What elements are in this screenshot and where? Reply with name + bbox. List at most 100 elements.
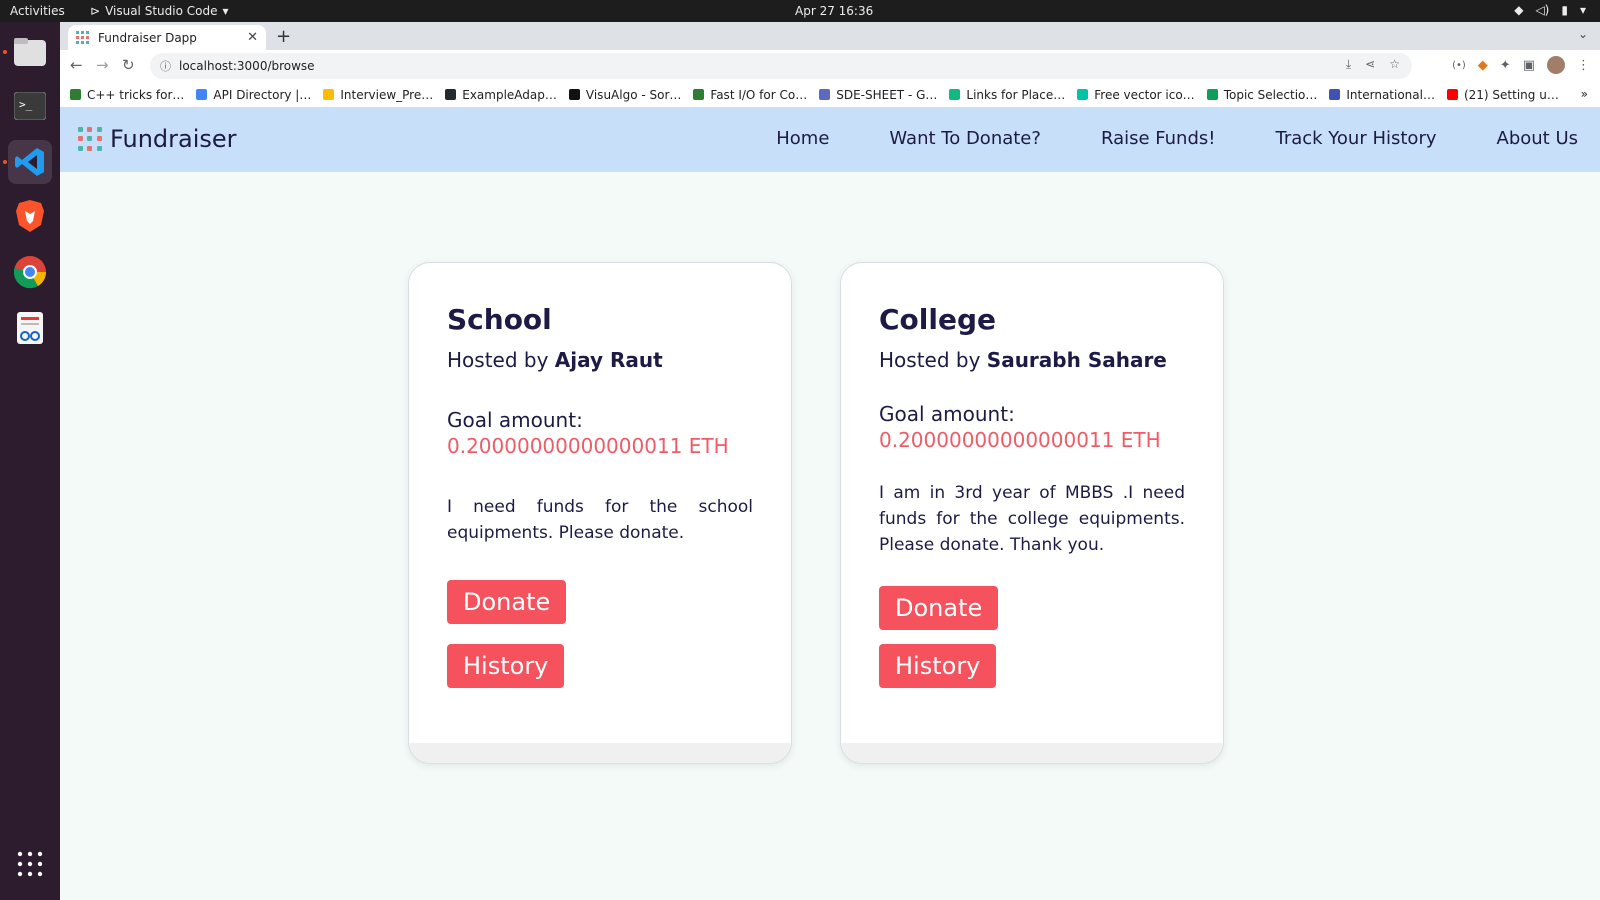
hosted-by: Hosted by Saurabh Sahare xyxy=(879,348,1185,372)
bookmark-favicon-icon xyxy=(1446,89,1458,100)
share-icon[interactable]: ⋖ xyxy=(1365,57,1375,72)
address-bar[interactable]: ⓘ localhost:3000/browse xyxy=(150,53,1412,79)
goal-amount: 0.20000000000000011 ETH xyxy=(879,428,1161,452)
hosted-by-prefix: Hosted by xyxy=(447,348,549,372)
card-description: I am in 3rd year of MBBS .I need funds f… xyxy=(879,483,1185,555)
new-tab-button[interactable]: + xyxy=(276,26,291,47)
system-top-bar: Activities ⊳ Visual Studio Code ▾ Apr 27… xyxy=(0,0,1600,22)
bookmarks-overflow-icon[interactable]: » xyxy=(1581,87,1588,101)
extension-icon[interactable]: (•) xyxy=(1452,60,1466,71)
bookmark-label: VisuAlgo - Sor… xyxy=(585,87,682,102)
reload-icon[interactable]: ↻ xyxy=(122,56,135,74)
metamask-icon[interactable]: ◆ xyxy=(1478,58,1488,73)
brand-name: Fundraiser xyxy=(110,125,237,153)
app-menu[interactable]: ⊳ Visual Studio Code ▾ xyxy=(90,4,229,18)
bookmark-item[interactable]: Fast I/O for Co… xyxy=(693,88,807,102)
svg-text:>_: >_ xyxy=(19,98,33,111)
terminal-icon[interactable]: >_ xyxy=(8,84,52,128)
tab-title: Fundraiser Dapp xyxy=(98,30,197,45)
vscode-icon[interactable] xyxy=(8,140,52,184)
goal-label: Goal amount: xyxy=(879,402,1015,426)
brand[interactable]: Fundraiser xyxy=(78,125,237,153)
brave-icon[interactable] xyxy=(8,194,52,238)
bookmark-item[interactable]: (21) Setting u… xyxy=(1446,87,1559,102)
bookmark-label: International… xyxy=(1346,87,1435,102)
puzzle-icon[interactable]: ✦ xyxy=(1500,58,1511,73)
bookmark-label: (21) Setting u… xyxy=(1463,87,1559,102)
bookmark-favicon-icon xyxy=(196,89,208,100)
card-title: College xyxy=(879,303,997,336)
donate-button[interactable]: Donate xyxy=(879,586,999,630)
bookmark-favicon-icon xyxy=(445,89,457,100)
activities-button[interactable]: Activities xyxy=(10,4,65,18)
card-title: School xyxy=(447,303,552,336)
bookmark-item[interactable]: Topic Selectio… xyxy=(1206,88,1317,102)
bookmark-label: API Directory |… xyxy=(213,87,312,102)
address-bar-actions: ⤓ ⋖ ☆ xyxy=(1346,57,1400,72)
bookmark-star-icon[interactable]: ☆ xyxy=(1389,57,1400,72)
bookmark-item[interactable]: API Directory |… xyxy=(196,88,311,102)
site-info-icon[interactable]: ⓘ xyxy=(160,58,171,74)
wifi-icon: ◆ xyxy=(1514,3,1524,17)
chevron-down-icon: ▾ xyxy=(222,4,229,18)
back-icon[interactable]: ← xyxy=(70,56,83,74)
browser-tab[interactable]: Fundraiser Dapp ✕ xyxy=(68,25,266,50)
card-description: I need funds for the school equipments. … xyxy=(447,497,753,543)
bookmark-item[interactable]: Free vector ico… xyxy=(1077,87,1195,102)
profile-avatar[interactable] xyxy=(1547,56,1565,74)
bookmark-label: ExampleAdap… xyxy=(462,87,557,102)
volume-icon: ◁) xyxy=(1535,3,1550,17)
bookmark-label: Free vector ico… xyxy=(1094,87,1195,102)
card-footer xyxy=(409,743,791,763)
bookmark-item[interactable]: ExampleAdap… xyxy=(445,88,557,102)
bookmark-item[interactable]: Links for Place… xyxy=(949,88,1065,102)
bookmark-favicon-icon xyxy=(693,89,705,100)
chrome-icon[interactable] xyxy=(8,250,52,294)
nav-want-to-donate[interactable]: Want To Donate? xyxy=(889,128,1041,149)
system-tray[interactable]: ◆ ◁) ▮ ▾ xyxy=(1514,3,1586,17)
show-applications-icon[interactable] xyxy=(8,842,52,886)
history-button[interactable]: History xyxy=(447,644,565,688)
tab-search-button[interactable]: ⌄ xyxy=(1578,27,1588,41)
side-panel-icon[interactable]: ▣ xyxy=(1523,58,1535,73)
donate-button[interactable]: Donate xyxy=(447,580,567,624)
extensions-area: (•) ◆ ✦ ▣ ⋮ xyxy=(1452,56,1590,74)
vscode-small-icon: ⊳ xyxy=(90,4,101,18)
bookmark-item[interactable]: International… xyxy=(1329,88,1435,102)
install-icon[interactable]: ⤓ xyxy=(1346,57,1351,72)
nav-raise-funds[interactable]: Raise Funds! xyxy=(1101,128,1216,149)
bookmarks-bar: C++ tricks for… API Directory |… Interview… xyxy=(60,82,1600,108)
fundraiser-card: College Hosted by Saurabh Sahare Goal am… xyxy=(840,262,1224,764)
host-name: Ajay Raut xyxy=(554,348,663,372)
bookmark-favicon-icon xyxy=(70,89,81,100)
running-indicator xyxy=(3,160,7,164)
files-icon[interactable] xyxy=(8,30,52,74)
browser-toolbar: ← → ↻ ⓘ localhost:3000/browse ⤓ ⋖ ☆ (•) … xyxy=(60,50,1600,82)
running-indicator xyxy=(3,50,7,54)
favicon-icon xyxy=(76,30,89,44)
more-menu-icon[interactable]: ⋮ xyxy=(1577,58,1590,73)
goal-amount: 0.20000000000000011 ETH xyxy=(447,434,729,458)
web-page: Fundraiser Home Want To Donate? Raise Fu… xyxy=(60,108,1600,900)
bookmark-item[interactable]: Interview_Pre… xyxy=(323,88,433,102)
bookmark-favicon-icon xyxy=(1206,89,1218,100)
clock[interactable]: Apr 27 16:36 xyxy=(795,4,873,18)
nav-about-us[interactable]: About Us xyxy=(1497,128,1579,149)
bookmark-item[interactable]: C++ tricks for… xyxy=(70,88,184,102)
hosted-by-prefix: Hosted by xyxy=(879,348,981,372)
main-nav: Home Want To Donate? Raise Funds! Track … xyxy=(776,128,1600,149)
document-viewer-icon[interactable] xyxy=(8,306,52,350)
url-text: localhost:3000/browse xyxy=(179,59,315,73)
bookmark-favicon-icon xyxy=(323,89,335,100)
bookmark-item[interactable]: VisuAlgo - Sor… xyxy=(568,87,682,102)
bookmark-item[interactable]: SDE-SHEET - G… xyxy=(819,88,937,102)
forward-icon[interactable]: → xyxy=(96,56,109,74)
nav-home[interactable]: Home xyxy=(776,128,829,149)
close-icon[interactable]: ✕ xyxy=(247,30,258,45)
bookmark-favicon-icon xyxy=(949,89,961,100)
tab-strip: Fundraiser Dapp ✕ + ⌄ xyxy=(60,22,1600,50)
history-button[interactable]: History xyxy=(879,644,997,688)
nav-track-history[interactable]: Track Your History xyxy=(1275,128,1436,149)
site-navbar: Fundraiser Home Want To Donate? Raise Fu… xyxy=(60,108,1600,172)
host-name: Saurabh Sahare xyxy=(986,348,1167,372)
